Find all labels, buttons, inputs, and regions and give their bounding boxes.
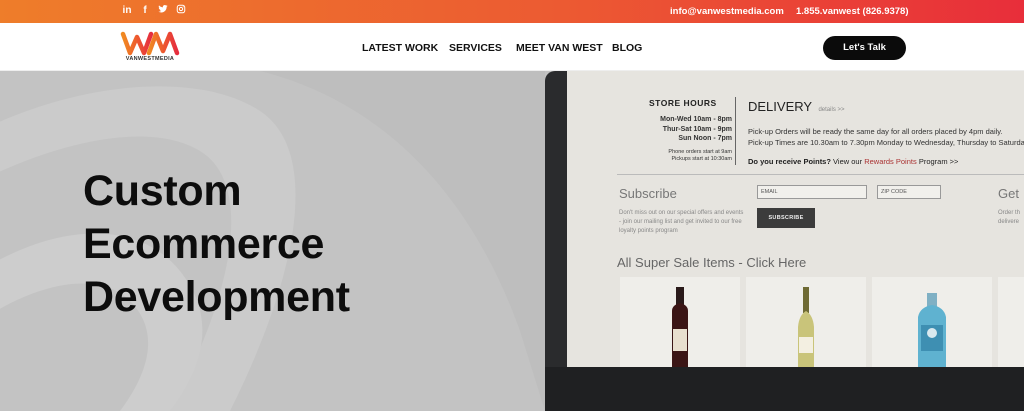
store-hours-line: Mon-Wed 10am - 8pm <box>660 116 732 123</box>
contact-email-link[interactable]: info@vanwestmedia.com <box>670 6 784 17</box>
red-wine-bottle-image <box>672 287 688 367</box>
email-field[interactable]: EMAIL <box>757 185 867 199</box>
store-hours-notes: Phone orders start at 9am Pickups start … <box>627 149 732 163</box>
delivery-title-text: DELIVERY <box>748 99 812 114</box>
hero-title-line: Ecommerce <box>83 220 325 268</box>
product-card-white-wine[interactable] <box>746 277 866 367</box>
hero-title: Custom Ecommerce Development <box>83 165 350 324</box>
get-description: Order th delivere <box>998 209 1020 227</box>
store-note: Pickups start at 10:30am <box>671 156 732 162</box>
delivery-info: Pick-up Orders will be ready the same da… <box>748 126 1024 148</box>
subscribe-description: Don't miss out on our special offers and… <box>619 210 744 234</box>
product-card-gin[interactable] <box>872 277 992 367</box>
delivery-title: DELIVERY details >> <box>748 99 845 114</box>
hero-section: Custom Ecommerce Development STORE HOURS… <box>0 71 1024 411</box>
lets-talk-button[interactable]: Let's Talk <box>823 36 906 60</box>
subscribe-button[interactable]: SUBSCRIBE <box>757 208 815 228</box>
store-note: Phone orders start at 9am <box>668 149 732 155</box>
instagram-icon[interactable] <box>176 4 186 19</box>
laptop-screen: STORE HOURS Mon-Wed 10am - 8pm Thur-Sat … <box>567 71 1024 367</box>
hero-title-line: Development <box>83 273 350 321</box>
get-line: delivere <box>998 219 1020 225</box>
delivery-line: Pick-up Times are 10.30am to 7.30pm Mond… <box>748 138 1024 147</box>
zip-code-field[interactable]: ZIP CODE <box>877 185 941 199</box>
gin-bottle-image <box>918 293 946 367</box>
divider <box>735 97 736 165</box>
laptop-base <box>545 367 1024 411</box>
product-card-partial[interactable] <box>998 277 1024 367</box>
contact-phone-link[interactable]: 1.855.vanwest (826.9378) <box>796 6 909 17</box>
subscribe-title: Subscribe <box>619 186 677 201</box>
divider <box>617 174 1024 175</box>
store-hours-list: Mon-Wed 10am - 8pm Thur-Sat 10am - 9pm S… <box>627 115 732 144</box>
main-navbar: VANWESTMEDIA LATEST WORK SERVICES MEET V… <box>0 23 1024 71</box>
delivery-line: Pick-up Orders will be ready the same da… <box>748 127 1003 136</box>
laptop-mockup: STORE HOURS Mon-Wed 10am - 8pm Thur-Sat … <box>545 71 1024 411</box>
super-sale-link[interactable]: All Super Sale Items - Click Here <box>617 255 806 270</box>
social-links: in f <box>122 4 186 19</box>
nav-latest-work[interactable]: LATEST WORK <box>362 42 438 54</box>
rewards-points-link[interactable]: Rewards Points <box>864 157 917 166</box>
linkedin-icon[interactable]: in <box>122 4 132 19</box>
get-title: Get <box>998 186 1019 201</box>
twitter-icon[interactable] <box>158 4 168 19</box>
points-view-text: View our <box>833 157 863 166</box>
store-hours-line: Sun Noon - 7pm <box>678 135 732 142</box>
delivery-details-link[interactable]: details >> <box>818 107 844 113</box>
store-hours-line: Thur-Sat 10am - 9pm <box>662 125 732 133</box>
facebook-icon[interactable]: f <box>140 4 150 19</box>
rewards-points-prompt: Do you receive Points? View our Rewards … <box>748 157 958 166</box>
top-bar: in f info@vanwestmedia.com 1.855.vanwest… <box>0 0 1024 23</box>
get-line: Order th <box>998 210 1021 216</box>
logo-wordmark: VANWESTMEDIA <box>125 56 175 62</box>
hero-title-line: Custom <box>83 167 242 215</box>
nav-meet-van-west[interactable]: MEET VAN WEST <box>516 42 603 54</box>
white-wine-bottle-image <box>798 287 814 367</box>
nav-services[interactable]: SERVICES <box>449 42 502 54</box>
nav-blog[interactable]: BLOG <box>612 42 642 54</box>
points-question: Do you receive Points? <box>748 157 831 166</box>
points-program-link[interactable]: Program >> <box>919 157 959 166</box>
store-hours-title: STORE HOURS <box>649 98 717 108</box>
product-card-red-wine[interactable] <box>620 277 740 367</box>
